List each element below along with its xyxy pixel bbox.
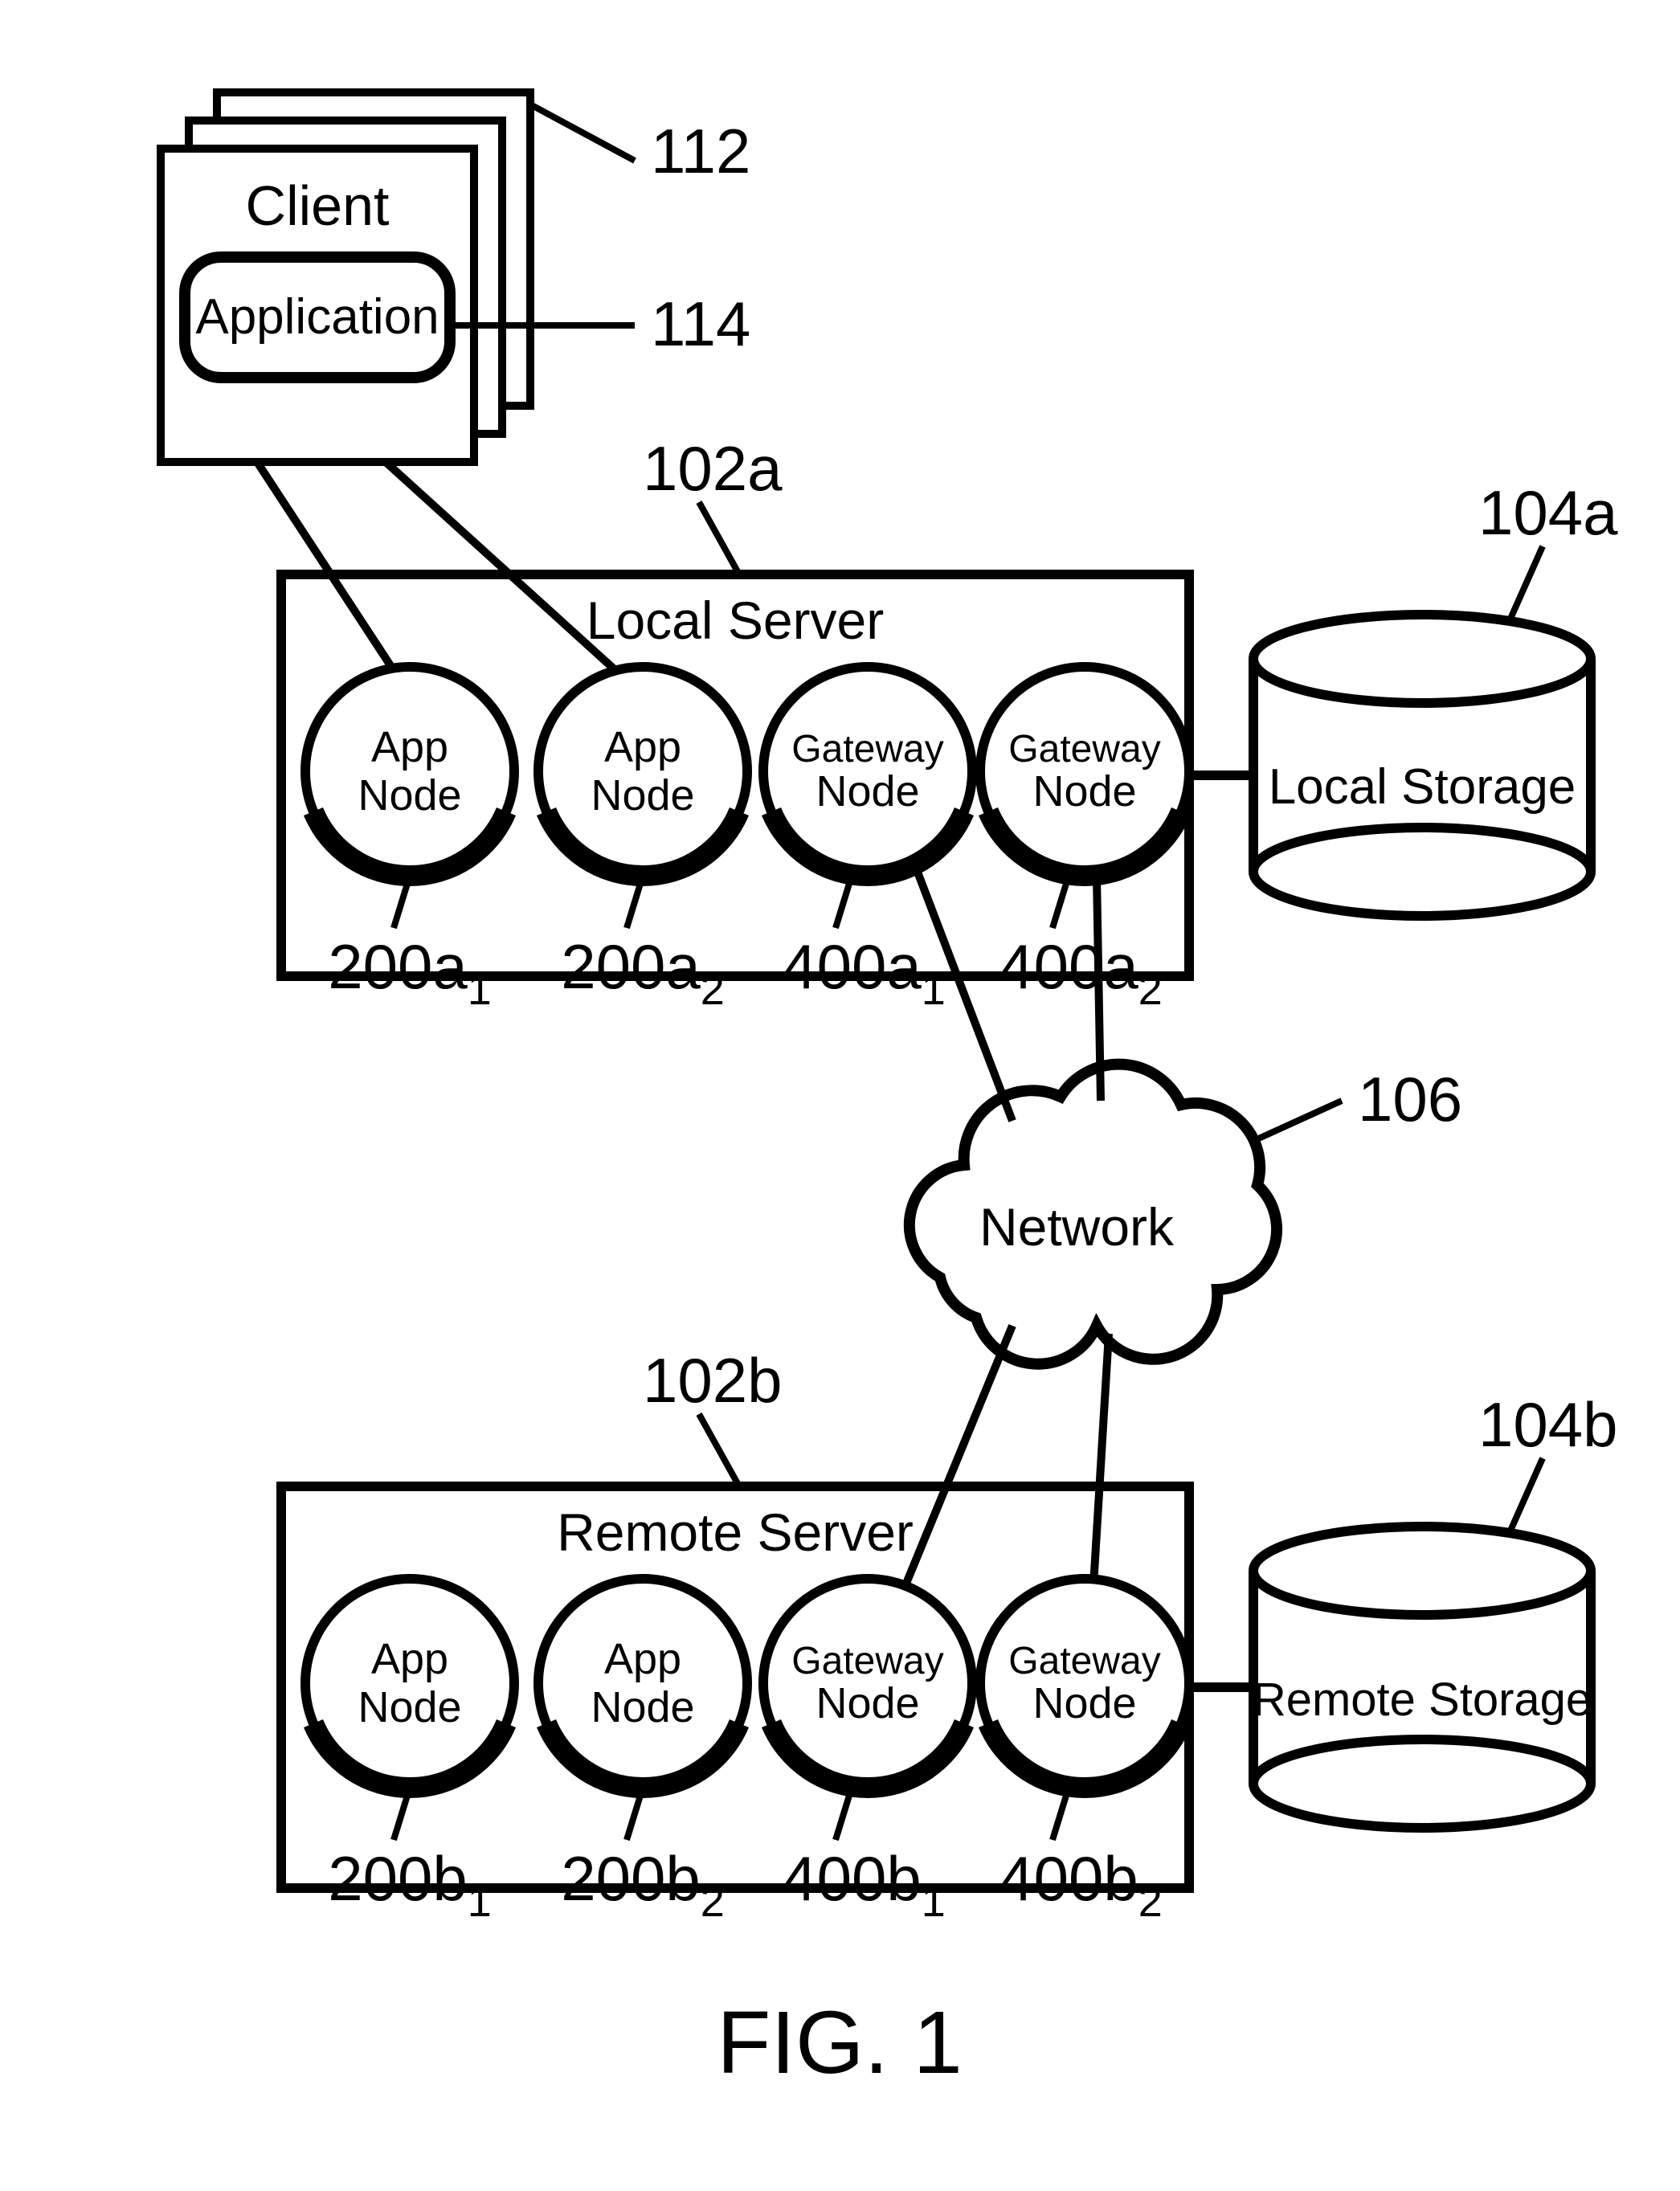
leader-112	[530, 104, 635, 161]
svg-text:Node: Node	[591, 771, 694, 820]
svg-text:400a1: 400a1	[782, 931, 946, 1014]
ref-102b: 102b	[643, 1345, 783, 1416]
ref-104b: 104b	[1478, 1389, 1618, 1460]
svg-text:200b2: 200b2	[561, 1843, 725, 1926]
svg-text:Node: Node	[815, 1679, 919, 1727]
leader-102b	[699, 1414, 739, 1486]
svg-text:App: App	[371, 723, 448, 771]
svg-text:Node: Node	[1032, 1679, 1136, 1727]
svg-text:400a2: 400a2	[999, 931, 1163, 1014]
leader-102a	[699, 502, 739, 574]
local-node-2: Gateway Node	[763, 667, 972, 876]
svg-text:App: App	[604, 723, 681, 771]
svg-text:App: App	[604, 1635, 681, 1683]
local-storage-title: Local Storage	[1269, 759, 1576, 815]
remote-node-0: App Node	[305, 1579, 514, 1788]
conn-net-gwb1	[900, 1326, 1012, 1599]
svg-text:Gateway: Gateway	[1008, 728, 1160, 771]
svg-text:200b1: 200b1	[328, 1843, 492, 1926]
diagram-root: Client Application 112 114 Local Server …	[0, 0, 1680, 2191]
client-app-label: Application	[195, 289, 439, 345]
svg-text:App: App	[371, 1635, 448, 1683]
network-title: Network	[979, 1197, 1175, 1257]
svg-text:Node: Node	[1032, 767, 1136, 815]
svg-text:Node: Node	[358, 1683, 461, 1731]
svg-text:Node: Node	[358, 771, 461, 820]
remote-server-title: Remote Server	[557, 1502, 914, 1562]
svg-text:Gateway: Gateway	[791, 1640, 943, 1682]
svg-text:400b2: 400b2	[999, 1843, 1163, 1926]
local-server-title: Local Server	[587, 591, 885, 650]
svg-text:400b1: 400b1	[782, 1843, 946, 1926]
remote-node-1: App Node	[538, 1579, 747, 1788]
ref-114: 114	[651, 288, 750, 359]
remote-storage-title: Remote Storage	[1253, 1674, 1592, 1726]
client-stack: Client Application	[161, 92, 530, 462]
ref-104a: 104a	[1478, 477, 1618, 548]
svg-text:Gateway: Gateway	[791, 728, 943, 771]
conn-net-gwb2	[1093, 1334, 1109, 1599]
local-node-3: Gateway Node	[980, 667, 1189, 876]
ref-112: 112	[651, 116, 750, 186]
svg-text:200a1: 200a1	[328, 931, 492, 1014]
remote-server-group: Remote Server 102b App Node App Node Gat…	[281, 1345, 1189, 1926]
remote-node-3: Gateway Node	[980, 1579, 1189, 1788]
svg-text:Node: Node	[815, 767, 919, 815]
leader-106	[1253, 1101, 1342, 1141]
client-title: Client	[246, 174, 390, 237]
ref-102a: 102a	[643, 433, 783, 504]
figure-label: FIG. 1	[717, 1993, 963, 2092]
svg-text:Node: Node	[591, 1683, 694, 1731]
remote-node-2: Gateway Node	[763, 1579, 972, 1788]
local-storage: Local Storage	[1253, 615, 1591, 916]
conn-gwa2-net	[1097, 876, 1101, 1101]
leader-104b	[1510, 1458, 1543, 1531]
svg-text:Gateway: Gateway	[1008, 1640, 1160, 1682]
ref-106: 106	[1358, 1064, 1462, 1134]
local-node-0: App Node	[305, 667, 514, 876]
network-cloud: Network	[909, 1065, 1277, 1364]
svg-text:200a2: 200a2	[561, 931, 725, 1014]
local-node-1: App Node	[538, 667, 747, 876]
local-server-group: Local Server 102a App Node App Node Gate…	[281, 433, 1189, 1014]
leader-104a	[1510, 546, 1543, 619]
remote-storage: Remote Storage	[1253, 1527, 1592, 1828]
